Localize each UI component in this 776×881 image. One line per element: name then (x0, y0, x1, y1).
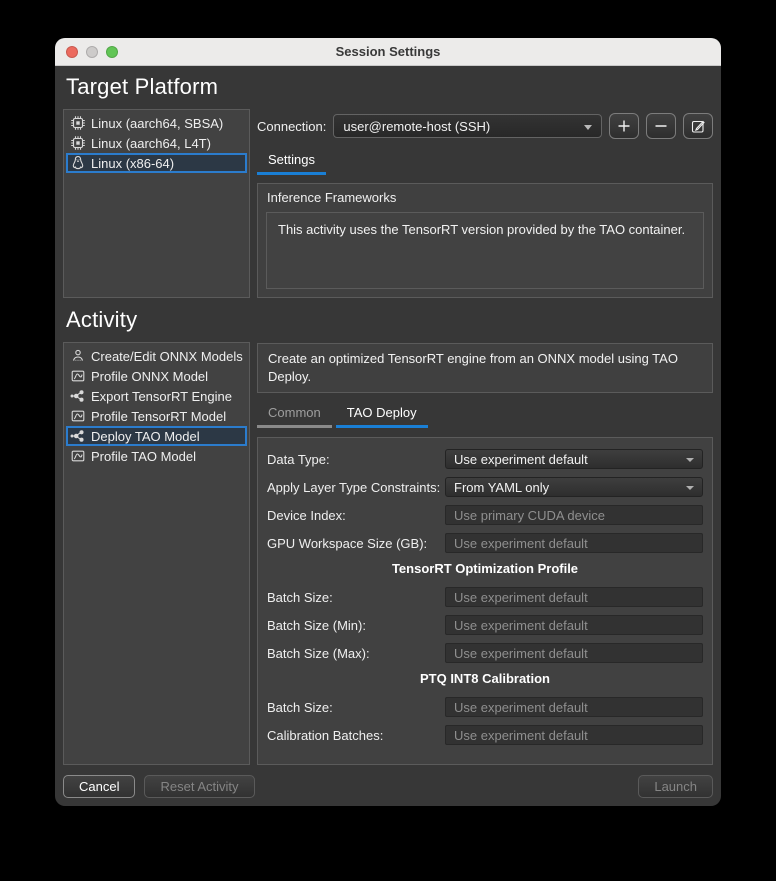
platform-item-label: Linux (aarch64, L4T) (91, 136, 211, 151)
chevron-down-icon (584, 125, 592, 130)
inference-frameworks-text: This activity uses the TensorRT version … (266, 212, 704, 289)
batch-size-max-input[interactable] (445, 643, 703, 663)
ptq-batch-size-input[interactable] (445, 697, 703, 717)
data-type-select[interactable]: Use experiment default (445, 449, 703, 469)
connection-label: Connection: (257, 119, 326, 134)
activity-item-label: Profile ONNX Model (91, 369, 208, 384)
tab-tao-deploy[interactable]: TAO Deploy (336, 402, 428, 428)
gpu-workspace-label: GPU Workspace Size (GB): (267, 536, 445, 551)
minus-icon (654, 119, 668, 133)
activity-item-label: Create/Edit ONNX Models (91, 349, 243, 364)
titlebar: Session Settings (55, 38, 721, 66)
activity-item-deploy-tao-model[interactable]: Deploy TAO Model (66, 426, 247, 446)
remove-connection-button[interactable] (646, 113, 676, 139)
data-type-label: Data Type: (267, 452, 445, 467)
plus-icon (617, 119, 631, 133)
zoom-button[interactable] (106, 46, 118, 58)
inference-frameworks-groupbox: Inference Frameworks This activity uses … (257, 183, 713, 298)
chart-icon (69, 408, 86, 425)
ptq-int8-calibration-title: PTQ INT8 Calibration (267, 671, 703, 686)
graph-nodes-icon (69, 388, 86, 405)
inference-frameworks-title: Inference Frameworks (258, 184, 712, 207)
activity-item-create-edit-onnx-models[interactable]: Create/Edit ONNX Models (66, 346, 247, 366)
batch-size-label: Batch Size: (267, 590, 445, 605)
person-icon (69, 348, 86, 365)
activity-item-profile-onnx-model[interactable]: Profile ONNX Model (66, 366, 247, 386)
linux-penguin-icon (69, 155, 86, 172)
gpu-workspace-input[interactable] (445, 533, 703, 553)
close-button[interactable] (66, 46, 78, 58)
device-index-input[interactable] (445, 505, 703, 525)
batch-size-min-input[interactable] (445, 615, 703, 635)
layer-constraints-value: From YAML only (454, 480, 549, 495)
window-title: Session Settings (336, 44, 441, 59)
launch-button: Launch (638, 775, 713, 798)
layer-constraints-label: Apply Layer Type Constraints: (267, 480, 445, 495)
platform-item-linux-aarch64-sbsa[interactable]: Linux (aarch64, SBSA) (66, 113, 247, 133)
activity-description: Create an optimized TensorRT engine from… (257, 343, 713, 393)
platform-item-linux-aarch64-l4t[interactable]: Linux (aarch64, L4T) (66, 133, 247, 153)
add-connection-button[interactable] (609, 113, 639, 139)
cancel-button[interactable]: Cancel (63, 775, 135, 798)
trt-optimization-profile-title: TensorRT Optimization Profile (267, 561, 703, 576)
data-type-value: Use experiment default (454, 452, 588, 467)
edit-connection-button[interactable] (683, 113, 713, 139)
dialog-content: Target Platform Linux (aarch64, SBSA) Li… (55, 66, 721, 806)
activity-item-profile-tensorrt-model[interactable]: Profile TensorRT Model (66, 406, 247, 426)
chip-icon (69, 115, 86, 132)
traffic-lights (66, 38, 118, 65)
platform-item-label: Linux (aarch64, SBSA) (91, 116, 223, 131)
ptq-batch-size-label: Batch Size: (267, 700, 445, 715)
layer-constraints-select[interactable]: From YAML only (445, 477, 703, 497)
minimize-button[interactable] (86, 46, 98, 58)
footer-bar: Cancel Reset Activity Launch (63, 774, 713, 798)
edit-pencil-icon (691, 119, 705, 133)
device-index-label: Device Index: (267, 508, 445, 523)
activity-item-label: Profile TAO Model (91, 449, 196, 464)
reset-activity-button: Reset Activity (144, 775, 254, 798)
activity-list: Create/Edit ONNX Models Profile ONNX Mod… (63, 342, 250, 765)
tab-common[interactable]: Common (257, 402, 332, 428)
batch-size-min-label: Batch Size (Min): (267, 618, 445, 633)
platform-list: Linux (aarch64, SBSA) Linux (aarch64, L4… (63, 109, 250, 298)
activity-item-export-tensorrt-engine[interactable]: Export TensorRT Engine (66, 386, 247, 406)
target-platform-heading: Target Platform (66, 74, 713, 100)
chevron-down-icon (686, 458, 694, 462)
activity-item-profile-tao-model[interactable]: Profile TAO Model (66, 446, 247, 466)
chart-icon (69, 448, 86, 465)
activity-item-label: Profile TensorRT Model (91, 409, 226, 424)
graph-nodes-icon (69, 428, 86, 445)
calibration-batches-input[interactable] (445, 725, 703, 745)
connection-value: user@remote-host (SSH) (343, 119, 490, 134)
chevron-down-icon (686, 486, 694, 490)
activity-heading: Activity (66, 307, 713, 333)
tao-deploy-form: Data Type: Use experiment default Apply … (257, 437, 713, 765)
platform-item-label: Linux (x86-64) (91, 156, 174, 171)
session-settings-window: Session Settings Target Platform Linux (… (55, 38, 721, 806)
calibration-batches-label: Calibration Batches: (267, 728, 445, 743)
tab-settings[interactable]: Settings (257, 149, 326, 175)
activity-item-label: Export TensorRT Engine (91, 389, 232, 404)
platform-item-linux-x86-64[interactable]: Linux (x86-64) (66, 153, 247, 173)
chart-icon (69, 368, 86, 385)
batch-size-max-label: Batch Size (Max): (267, 646, 445, 661)
chip-icon (69, 135, 86, 152)
connection-select[interactable]: user@remote-host (SSH) (333, 114, 602, 138)
batch-size-input[interactable] (445, 587, 703, 607)
activity-item-label: Deploy TAO Model (91, 429, 200, 444)
